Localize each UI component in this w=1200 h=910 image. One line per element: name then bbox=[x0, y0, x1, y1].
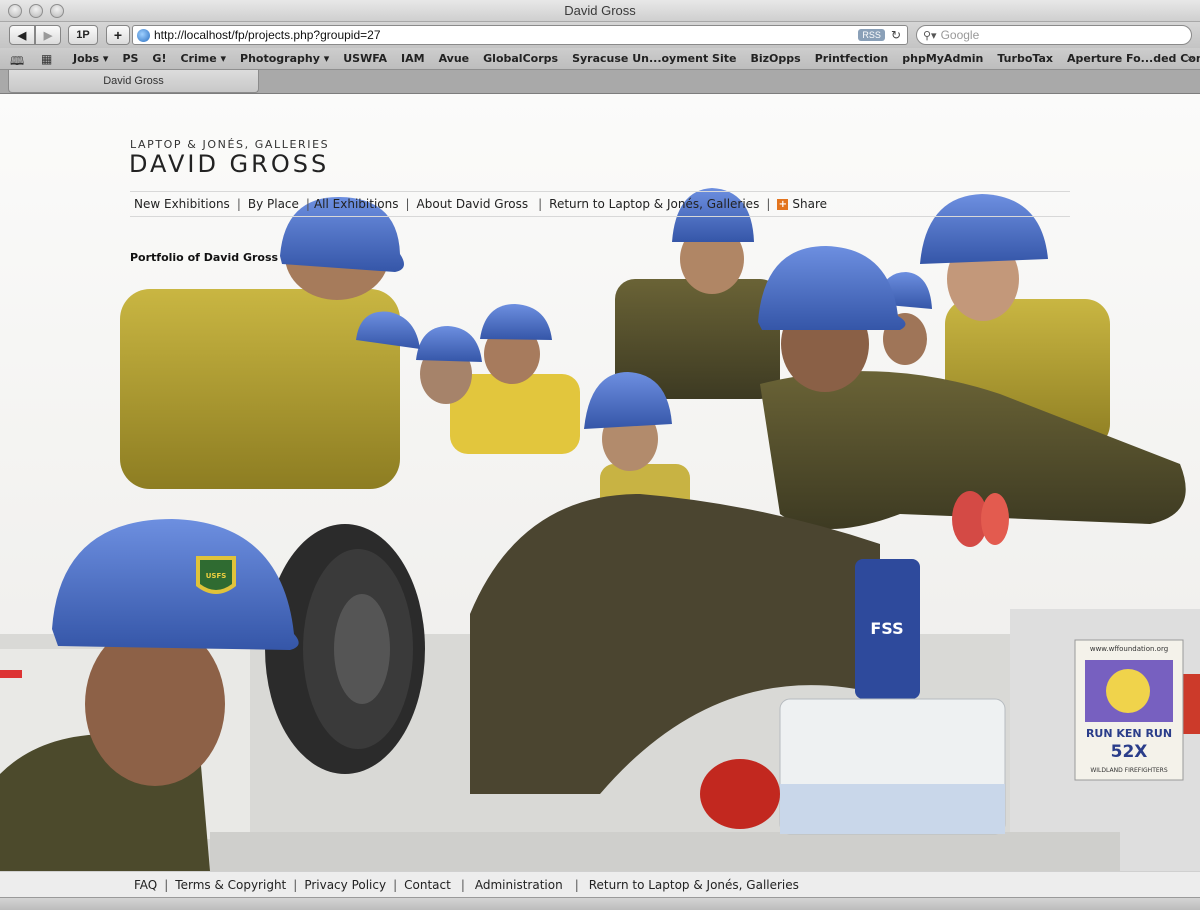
main-nav: New Exhibitions | By Place | All Exhibit… bbox=[130, 191, 1070, 217]
globe-icon bbox=[137, 28, 150, 42]
add-bookmark-button[interactable]: + bbox=[106, 25, 130, 45]
fss-bag-label: FSS bbox=[870, 619, 903, 638]
footer-separator: | bbox=[393, 877, 398, 892]
page-footer: FAQ | Terms & Copyright | Privacy Policy… bbox=[0, 871, 1200, 897]
footer-separator: | bbox=[293, 877, 298, 892]
nav-separator: | bbox=[766, 197, 771, 211]
footer-faq[interactable]: FAQ bbox=[134, 878, 157, 892]
browser-toolbar: ◀ ▶ 1P + http://localhost/fp/projects.ph… bbox=[0, 22, 1200, 48]
share-button[interactable]: + Share bbox=[777, 197, 827, 211]
window-titlebar: David Gross bbox=[0, 0, 1200, 22]
url-text[interactable]: http://localhost/fp/projects.php?groupid… bbox=[154, 28, 858, 42]
nav-about[interactable]: About David Gross bbox=[417, 197, 529, 211]
footer-terms[interactable]: Terms & Copyright bbox=[175, 878, 286, 892]
search-icon: ⚲▾ bbox=[923, 28, 937, 42]
bookmark-item[interactable]: Jobs ▾ bbox=[73, 52, 108, 65]
portfolio-label: Portfolio of David Gross bbox=[130, 251, 279, 264]
red-hydrant-fitting bbox=[700, 759, 780, 829]
nav-return[interactable]: Return to Laptop & Jonés, Galleries bbox=[549, 197, 759, 211]
nav-separator: | bbox=[305, 197, 310, 211]
back-arrow-icon: ◀ bbox=[17, 29, 27, 42]
nav-separator: | bbox=[538, 197, 543, 211]
footer-return[interactable]: Return to Laptop & Jonés, Galleries bbox=[589, 878, 799, 892]
tab-bar: David Gross bbox=[0, 70, 1200, 94]
forward-button[interactable]: ▶ bbox=[35, 25, 61, 45]
bookmark-item[interactable]: PS bbox=[122, 52, 138, 65]
nav-separator: | bbox=[405, 197, 410, 211]
search-placeholder[interactable]: Google bbox=[941, 28, 980, 42]
bookmark-item[interactable]: Aperture Fo...ded Content bbox=[1067, 52, 1200, 65]
onepassword-button[interactable]: 1P bbox=[68, 25, 98, 45]
bookmark-item[interactable]: TurboTax bbox=[997, 52, 1053, 65]
nav-separator: | bbox=[236, 197, 241, 211]
footer-contact[interactable]: Contact bbox=[404, 878, 451, 892]
bookmark-item[interactable]: G! bbox=[152, 52, 166, 65]
forward-arrow-icon: ▶ bbox=[43, 29, 53, 42]
sticker-number: 52X bbox=[1111, 742, 1148, 762]
site-title[interactable]: DAVID GROSS bbox=[129, 150, 329, 178]
sticker-title: RUN KEN RUN bbox=[1086, 727, 1172, 740]
more-bookmarks-chevron-icon[interactable]: » bbox=[1187, 51, 1194, 65]
helmet-badge-text: USFS bbox=[206, 572, 227, 580]
nav-all-exhibitions[interactable]: All Exhibitions bbox=[314, 197, 399, 211]
search-field[interactable]: ⚲▾ Google bbox=[916, 25, 1192, 45]
bookmark-item[interactable]: Crime ▾ bbox=[180, 52, 226, 65]
bookmark-item[interactable]: Printfection bbox=[815, 52, 889, 65]
share-label: Share bbox=[792, 197, 828, 211]
footer-administration[interactable]: Administration bbox=[475, 878, 563, 892]
web-page: www.wffoundation.org RUN KEN RUN 52X WIL… bbox=[0, 94, 1200, 871]
window-title: David Gross bbox=[564, 3, 636, 18]
status-bar bbox=[0, 897, 1200, 910]
bookmark-list: Jobs ▾ PS G! Crime ▾ Photography ▾ USWFA… bbox=[73, 52, 1200, 65]
bookmark-item[interactable]: BizOpps bbox=[750, 52, 800, 65]
footer-privacy[interactable]: Privacy Policy bbox=[304, 878, 386, 892]
address-bar[interactable]: http://localhost/fp/projects.php?groupid… bbox=[132, 25, 908, 45]
sticker-footer: WILDLAND FIREFIGHTERS bbox=[1090, 767, 1167, 774]
footer-separator: | bbox=[460, 877, 465, 892]
bookmarks-bar: 🕮 ▦ Jobs ▾ PS G! Crime ▾ Photography ▾ U… bbox=[0, 48, 1200, 70]
nav-new-exhibitions[interactable]: New Exhibitions bbox=[134, 197, 230, 211]
top-sites-grid-icon[interactable]: ▦ bbox=[41, 52, 52, 66]
bookmark-item[interactable]: GlobalCorps bbox=[483, 52, 558, 65]
reload-icon[interactable]: ↻ bbox=[891, 28, 901, 42]
tab-david-gross[interactable]: David Gross bbox=[8, 70, 259, 93]
rss-button[interactable]: RSS bbox=[858, 29, 885, 41]
bookmark-item[interactable]: Syracuse Un...oyment Site bbox=[572, 52, 736, 65]
footer-separator: | bbox=[164, 877, 169, 892]
nav-by-place[interactable]: By Place bbox=[248, 197, 299, 211]
bookmark-item[interactable]: phpMyAdmin bbox=[902, 52, 983, 65]
bookmark-item[interactable]: Avue bbox=[439, 52, 470, 65]
share-plus-icon: + bbox=[777, 198, 789, 210]
bookmark-item[interactable]: Photography ▾ bbox=[240, 52, 329, 65]
bookmark-item[interactable]: IAM bbox=[401, 52, 425, 65]
footer-separator: | bbox=[574, 877, 579, 892]
back-button[interactable]: ◀ bbox=[9, 25, 35, 45]
bookmark-item[interactable]: USWFA bbox=[343, 52, 387, 65]
sticker-url: www.wffoundation.org bbox=[1090, 645, 1168, 653]
